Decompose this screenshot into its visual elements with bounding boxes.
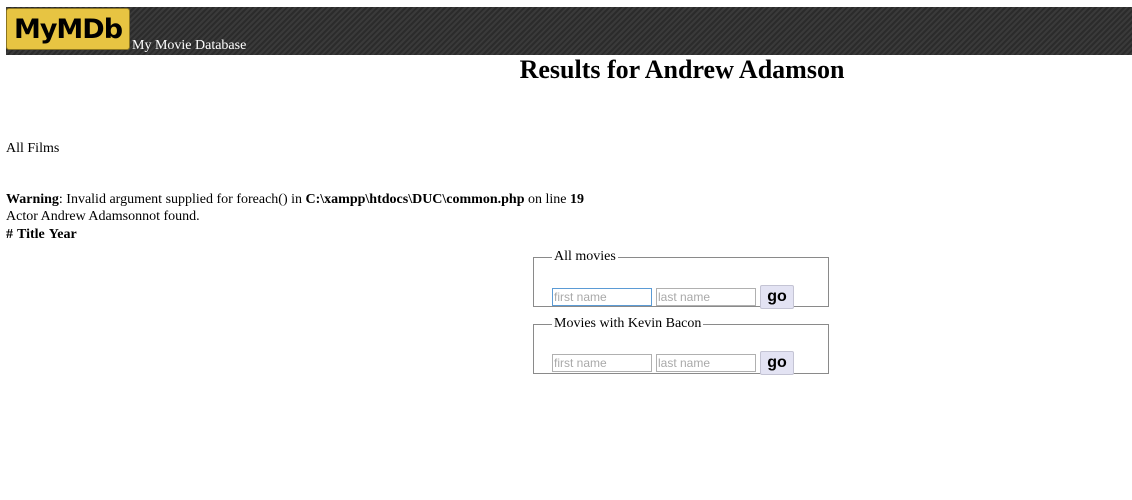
warning-label: Warning: [6, 192, 59, 207]
kevin-bacon-last-name-input[interactable]: [656, 354, 756, 372]
not-found-message: Actor Andrew Adamsonnot found.: [6, 209, 200, 224]
warning-line-number: 19: [570, 192, 584, 207]
all-movies-legend: All movies: [554, 249, 616, 264]
warning-line-text: on line: [524, 192, 570, 207]
all-movies-first-name-input[interactable]: [552, 288, 652, 306]
all-movies-go-button[interactable]: go: [760, 285, 794, 309]
site-logo[interactable]: MyMDb: [6, 8, 130, 50]
kevin-bacon-first-name-input[interactable]: [552, 354, 652, 372]
site-banner: MyMDb My Movie Database: [6, 7, 1132, 55]
kevin-bacon-legend: Movies with Kevin Bacon: [554, 316, 702, 331]
site-title: My Movie Database: [132, 38, 247, 53]
kevin-bacon-go-button[interactable]: go: [760, 351, 794, 375]
column-header-title: Title: [17, 227, 45, 242]
column-header-year: Year: [48, 227, 77, 242]
column-header-number: #: [6, 227, 13, 242]
results-table-header: # Title Year: [6, 227, 77, 243]
page-title: Results for Andrew Adamson: [519, 55, 845, 84]
all-movies-form: All movies go: [533, 249, 829, 309]
kevin-bacon-form: Movies with Kevin Bacon go: [533, 316, 829, 375]
all-films-heading: All Films: [6, 141, 60, 156]
php-warning: Warning: Invalid argument supplied for f…: [6, 192, 584, 208]
kevin-bacon-form-row: go: [552, 351, 794, 375]
all-movies-last-name-input[interactable]: [656, 288, 756, 306]
warning-path: C:\xampp\htdocs\DUC\common.php: [305, 192, 525, 207]
warning-text: : Invalid argument supplied for foreach(…: [58, 192, 306, 207]
all-movies-form-row: go: [552, 285, 794, 309]
